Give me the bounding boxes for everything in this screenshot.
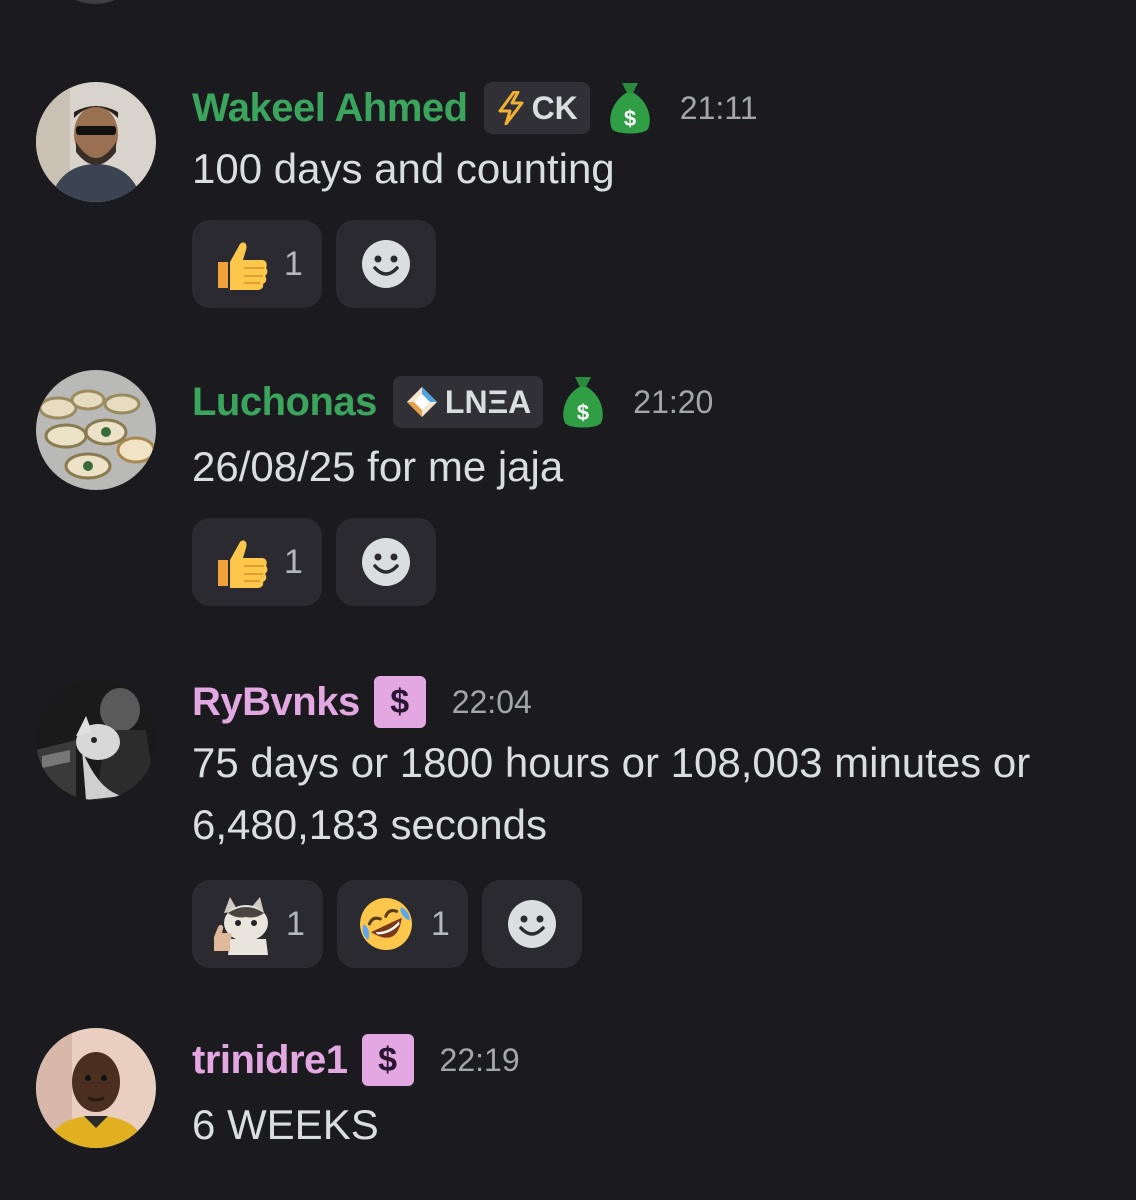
smiley-icon xyxy=(362,240,410,288)
message-header: Luchonas LNΞA $ 21:20 xyxy=(192,372,713,432)
message-timestamp: 21:11 xyxy=(679,89,758,126)
reaction-count: 1 xyxy=(284,244,303,283)
message-timestamp: 21:20 xyxy=(633,383,714,420)
svg-text:$: $ xyxy=(624,106,636,131)
message-content: 100 days and counting xyxy=(192,145,615,192)
reaction-count: 1 xyxy=(284,542,303,581)
server-tag[interactable]: CK xyxy=(483,82,590,134)
reaction-rofl[interactable]: 1 xyxy=(336,880,468,968)
add-reaction-button[interactable] xyxy=(336,220,436,308)
avatar[interactable] xyxy=(36,82,156,202)
money-bag-icon: $ xyxy=(610,83,650,134)
username[interactable]: trinidre1 xyxy=(192,1038,348,1083)
smiley-icon xyxy=(507,900,556,948)
username[interactable]: Wakeel Ahmed xyxy=(192,86,468,131)
reaction-bar: 1 xyxy=(192,518,436,606)
chat-message-list[interactable]: Wakeel Ahmed CK $ 21:11 100 days and cou… xyxy=(0,0,1136,1200)
add-reaction-button[interactable] xyxy=(481,880,582,968)
smiley-icon xyxy=(362,538,410,586)
message-header: trinidre1 $ 22:19 xyxy=(192,1030,520,1090)
thumbs-up-icon xyxy=(218,242,268,290)
diamond-icon xyxy=(406,387,437,417)
message-content: 75 days or 1800 hours or 108,003 minutes… xyxy=(192,739,1031,848)
server-tag[interactable]: LNΞA xyxy=(392,376,544,428)
message-content: 6 WEEKS xyxy=(192,1101,379,1148)
dollar-badge[interactable]: $ xyxy=(373,676,426,728)
svg-text:$: $ xyxy=(577,400,589,425)
avatar xyxy=(50,0,140,4)
thumbs-up-icon xyxy=(218,540,268,588)
username[interactable]: Luchonas xyxy=(192,380,377,425)
message-timestamp: 22:19 xyxy=(439,1041,520,1078)
add-reaction-button[interactable] xyxy=(336,518,436,606)
server-tag-label: CK xyxy=(531,89,578,126)
reaction-bar: 1 xyxy=(192,220,436,308)
avatar[interactable] xyxy=(36,680,156,800)
reaction-thumbs-up[interactable]: 1 xyxy=(192,518,322,606)
avatar[interactable] xyxy=(36,1028,156,1148)
previous-message-peek xyxy=(0,0,1136,10)
reaction-count: 1 xyxy=(430,904,450,943)
reaction-cat-thumbs-up[interactable]: 1 xyxy=(192,880,323,968)
message-header: Wakeel Ahmed CK $ 21:11 xyxy=(192,78,757,138)
lightning-icon xyxy=(498,91,524,125)
message-content: 26/08/25 for me jaja xyxy=(192,443,564,490)
reaction-bar: 1 1 xyxy=(192,880,582,968)
username[interactable]: RyBvnks xyxy=(192,680,360,725)
message-header: RyBvnks $ 22:04 xyxy=(192,672,532,732)
dollar-badge[interactable]: $ xyxy=(361,1034,414,1086)
cat-thumbs-up-icon xyxy=(214,897,268,955)
avatar[interactable] xyxy=(36,370,156,490)
message-timestamp: 22:04 xyxy=(451,683,532,720)
server-tag-label: LNΞA xyxy=(444,383,532,420)
rofl-icon xyxy=(359,898,412,950)
money-bag-icon: $ xyxy=(563,377,604,428)
reaction-thumbs-up[interactable]: 1 xyxy=(192,220,322,308)
reaction-count: 1 xyxy=(286,904,305,943)
